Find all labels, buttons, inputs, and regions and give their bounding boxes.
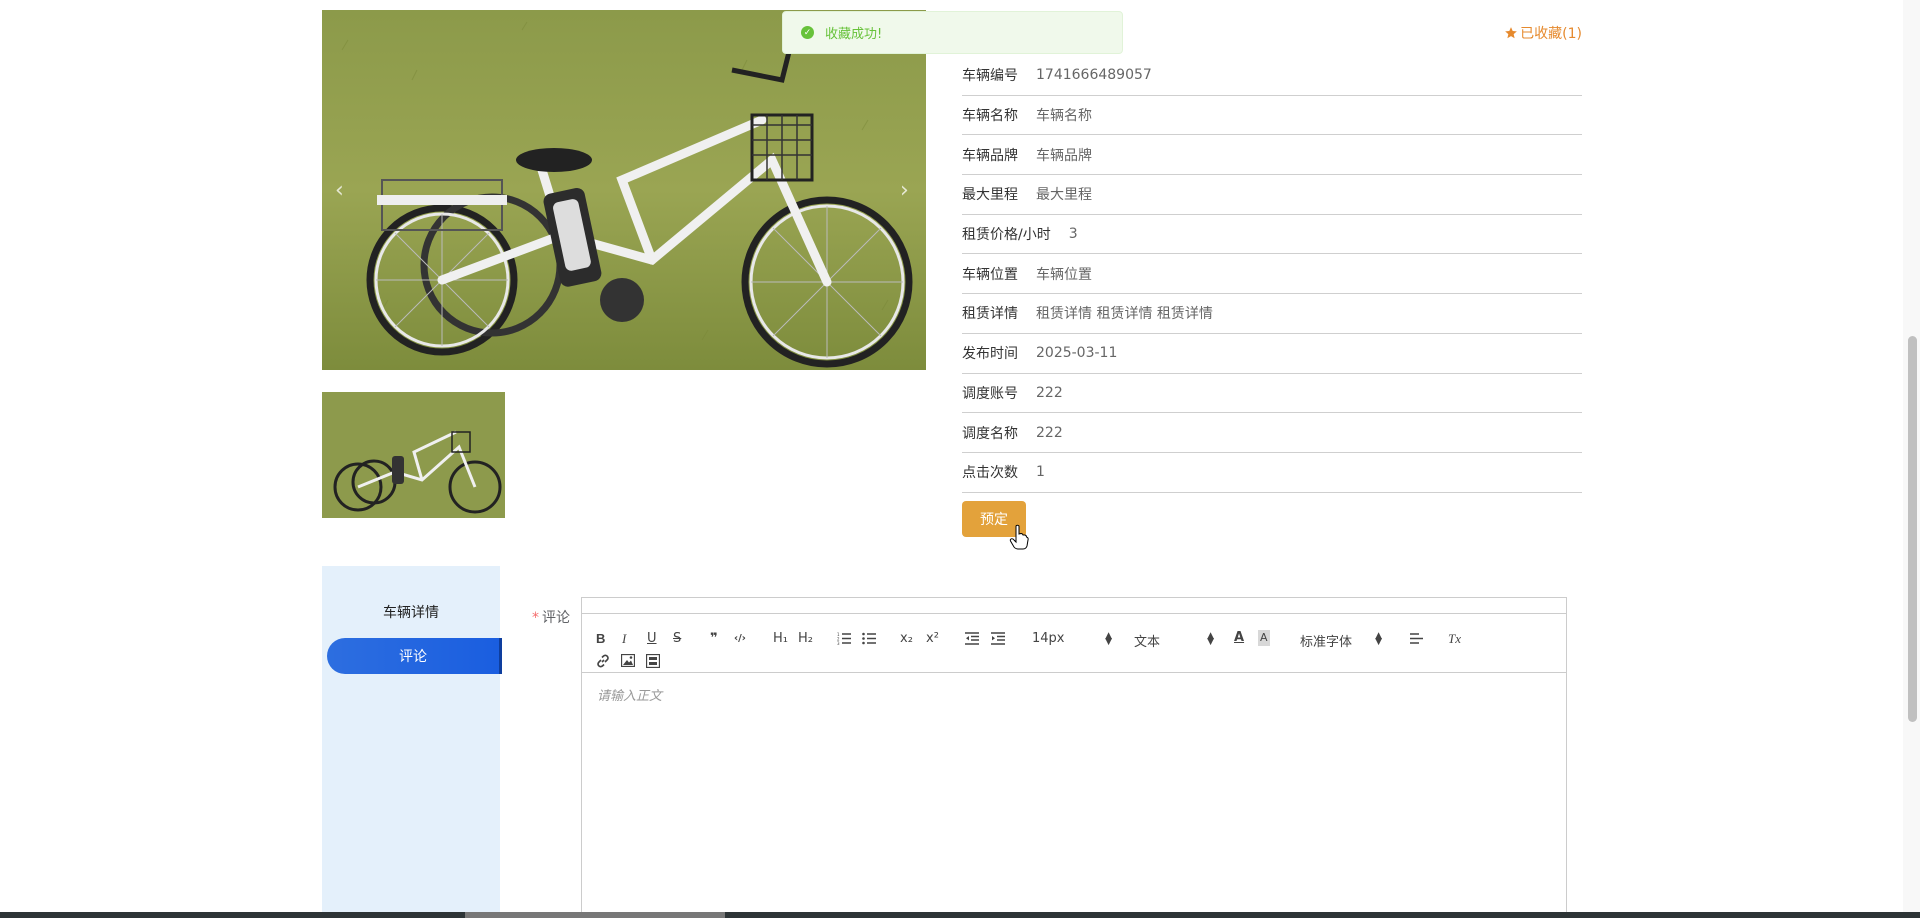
outdent-icon[interactable] [965,632,979,645]
subscript-button[interactable]: x₂ [900,631,913,647]
info-row-publish-time: 发布时间 2025-03-11 [962,334,1582,374]
clean-format-button[interactable]: Tx [1448,631,1461,647]
info-label: 车辆位置 [962,266,1018,283]
info-row-vehicle-brand: 车辆品牌 车辆品牌 [962,135,1582,176]
info-row-dispatch-account: 调度账号 222 [962,374,1582,414]
info-value: 222 [1036,424,1063,441]
editor-top-bar [582,598,1566,614]
horizontal-scrollbar-thumb[interactable] [465,912,725,918]
font-size-value: 14px [1032,631,1065,646]
background-color-icon[interactable]: A [1258,630,1270,646]
info-row-vehicle-name: 车辆名称 车辆名称 [962,96,1582,136]
select-arrows-icon: ▲ ▼ [1207,631,1214,647]
tab-comment[interactable]: 评论 [327,638,502,674]
required-mark: * [532,610,539,626]
info-label: 点击次数 [962,465,1018,482]
info-value: 最大里程 [1036,187,1092,204]
info-value: 1 [1036,464,1045,481]
info-value: 车辆品牌 [1036,147,1092,164]
carousel-prev-icon[interactable]: ‹ [335,178,344,203]
favorite-label: 已收藏(1) [1520,26,1582,42]
text-color-icon[interactable]: A [1234,630,1244,646]
info-label: 发布时间 [962,346,1018,363]
select-arrows-icon: ▲ ▼ [1375,631,1382,647]
heading1-button[interactable]: H₁ [773,631,788,647]
main-product-image [322,10,926,370]
carousel-next-icon[interactable]: › [900,178,909,203]
blockquote-button[interactable]: ❞ [710,631,718,647]
info-row-max-mileage: 最大里程 最大里程 [962,175,1582,215]
select-arrows-icon: ▲ ▼ [1105,631,1112,647]
svg-text:3: 3 [837,641,840,645]
info-label: 最大里程 [962,187,1018,204]
toast-message: 收藏成功! [825,27,883,42]
info-value: 租赁详情 租赁详情 租赁详情 [1036,306,1213,323]
check-circle-icon: ✓ [801,26,814,39]
favorite-button[interactable]: 已收藏(1) [1504,23,1582,43]
underline-button[interactable]: U [647,631,657,647]
info-row-vehicle-location: 车辆位置 车辆位置 [962,254,1582,295]
video-icon[interactable] [646,654,660,668]
info-label: 调度名称 [962,425,1018,442]
vehicle-info-list: 车辆编号 1741666489057 车辆名称 车辆名称 车辆品牌 车辆品牌 最… [962,56,1582,493]
info-label: 租赁详情 [962,306,1018,323]
heading2-button[interactable]: H₂ [798,631,813,647]
horizontal-scrollbar[interactable] [0,912,1920,918]
success-toast: ✓ 收藏成功! [782,11,1123,54]
font-family-value: 标准字体 [1300,635,1353,650]
info-value: 1741666489057 [1036,67,1152,84]
link-icon[interactable] [596,654,610,668]
italic-button[interactable]: I [622,631,626,647]
font-family-select[interactable]: 标准字体 ▲ ▼ [1300,631,1382,651]
info-label: 调度账号 [962,385,1018,402]
info-row-hourly-price: 租赁价格/小时 3 [962,215,1582,255]
detail-tabs: 车辆详情 评论 [322,566,502,918]
info-value: 2025-03-11 [1036,345,1118,362]
info-label: 车辆名称 [962,108,1018,125]
info-value: 3 [1068,226,1078,243]
superscript-button[interactable]: x² [926,631,939,647]
header-select[interactable]: 文本 ▲ ▼ [1134,631,1214,651]
info-value: 222 [1036,384,1063,401]
hand-cursor-icon [1009,524,1029,550]
editor-placeholder: 请输入正文 [597,689,663,704]
vertical-scrollbar-thumb[interactable] [1908,336,1917,722]
code-block-button[interactable]: ‹/› [734,631,746,647]
editor-toolbar: B I U S ❞ ‹/› H₁ H₂ 123 x₂ x² 14px ▲ ▼ 文本… [582,614,1566,673]
star-icon [1505,27,1517,39]
bold-button[interactable]: B [596,631,605,647]
info-label: 车辆编号 [962,68,1018,85]
bullet-list-icon[interactable] [862,632,876,645]
align-icon[interactable] [1410,632,1424,645]
comment-field-label: * 评论 [532,607,570,627]
info-label: 车辆品牌 [962,147,1018,164]
editor-content-area[interactable]: 请输入正文 [582,673,1566,918]
thumbnail-image[interactable] [322,392,505,518]
info-value: 车辆位置 [1036,266,1092,283]
image-icon[interactable] [621,654,635,667]
comment-label-text: 评论 [542,610,570,626]
info-row-vehicle-id: 车辆编号 1741666489057 [962,56,1582,96]
info-row-rental-details: 租赁详情 租赁详情 租赁详情 租赁详情 [962,294,1582,334]
ordered-list-icon[interactable]: 123 [837,632,851,645]
rich-text-editor: B I U S ❞ ‹/› H₁ H₂ 123 x₂ x² 14px ▲ ▼ 文本… [581,597,1567,918]
info-row-click-count: 点击次数 1 [962,453,1582,493]
strike-button[interactable]: S [673,631,681,647]
info-value: 车辆名称 [1036,108,1092,125]
info-row-dispatch-name: 调度名称 222 [962,413,1582,453]
info-label: 租赁价格/小时 [962,227,1051,244]
font-size-select[interactable]: 14px ▲ ▼ [1032,631,1112,647]
header-select-value: 文本 [1134,635,1161,650]
indent-icon[interactable] [991,632,1005,645]
tab-vehicle-details[interactable]: 车辆详情 [322,602,500,622]
